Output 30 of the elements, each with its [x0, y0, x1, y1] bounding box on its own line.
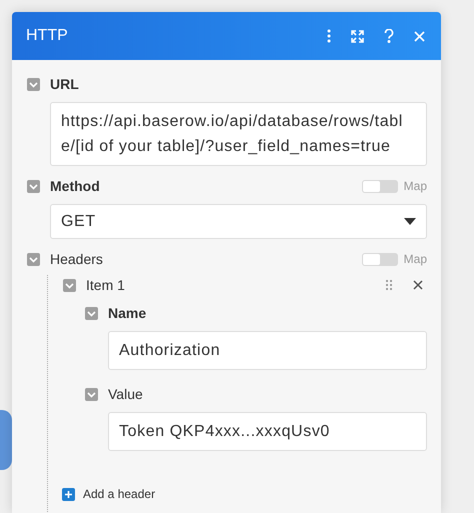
- map-toggle[interactable]: [362, 180, 398, 192]
- plus-icon: [62, 488, 75, 500]
- field-label: Name: [108, 305, 146, 321]
- input-field[interactable]: Authorization: [108, 331, 427, 370]
- field-label: Value: [108, 386, 143, 402]
- expand-icon[interactable]: [351, 30, 364, 42]
- close-icon[interactable]: [414, 30, 425, 42]
- collapse-toggle[interactable]: [85, 306, 98, 320]
- collapse-toggle[interactable]: [85, 388, 98, 400]
- method-dropdown[interactable]: GET: [50, 204, 427, 239]
- caret-icon: [404, 218, 416, 225]
- collapse-toggle[interactable]: [27, 78, 40, 90]
- collapse-toggle[interactable]: [27, 180, 40, 192]
- field-label: Headers: [50, 251, 103, 267]
- help-icon[interactable]: [384, 29, 394, 43]
- item-label: Item 1: [86, 277, 125, 293]
- add-header-button[interactable]: Add a header: [62, 487, 156, 501]
- input-field[interactable]: Token QKP4xxx...xxxqUsv0: [108, 412, 427, 451]
- dialog-title: HTTP: [26, 27, 69, 45]
- drag-handle-icon[interactable]: [385, 279, 393, 291]
- field-label: Method: [50, 178, 100, 194]
- remove-icon[interactable]: [413, 280, 423, 290]
- field-label: URL: [50, 76, 79, 92]
- collapse-toggle[interactable]: [27, 252, 40, 266]
- map-label: Map: [404, 179, 427, 193]
- map-label: Map: [404, 252, 427, 266]
- map-toggle[interactable]: [362, 252, 398, 266]
- input-field[interactable]: https://api.baserow.io/api/database/rows/table/[id of your table]/?user_field_names=true: [50, 102, 427, 166]
- more-icon[interactable]: [327, 29, 331, 43]
- collapse-toggle[interactable]: [63, 278, 76, 292]
